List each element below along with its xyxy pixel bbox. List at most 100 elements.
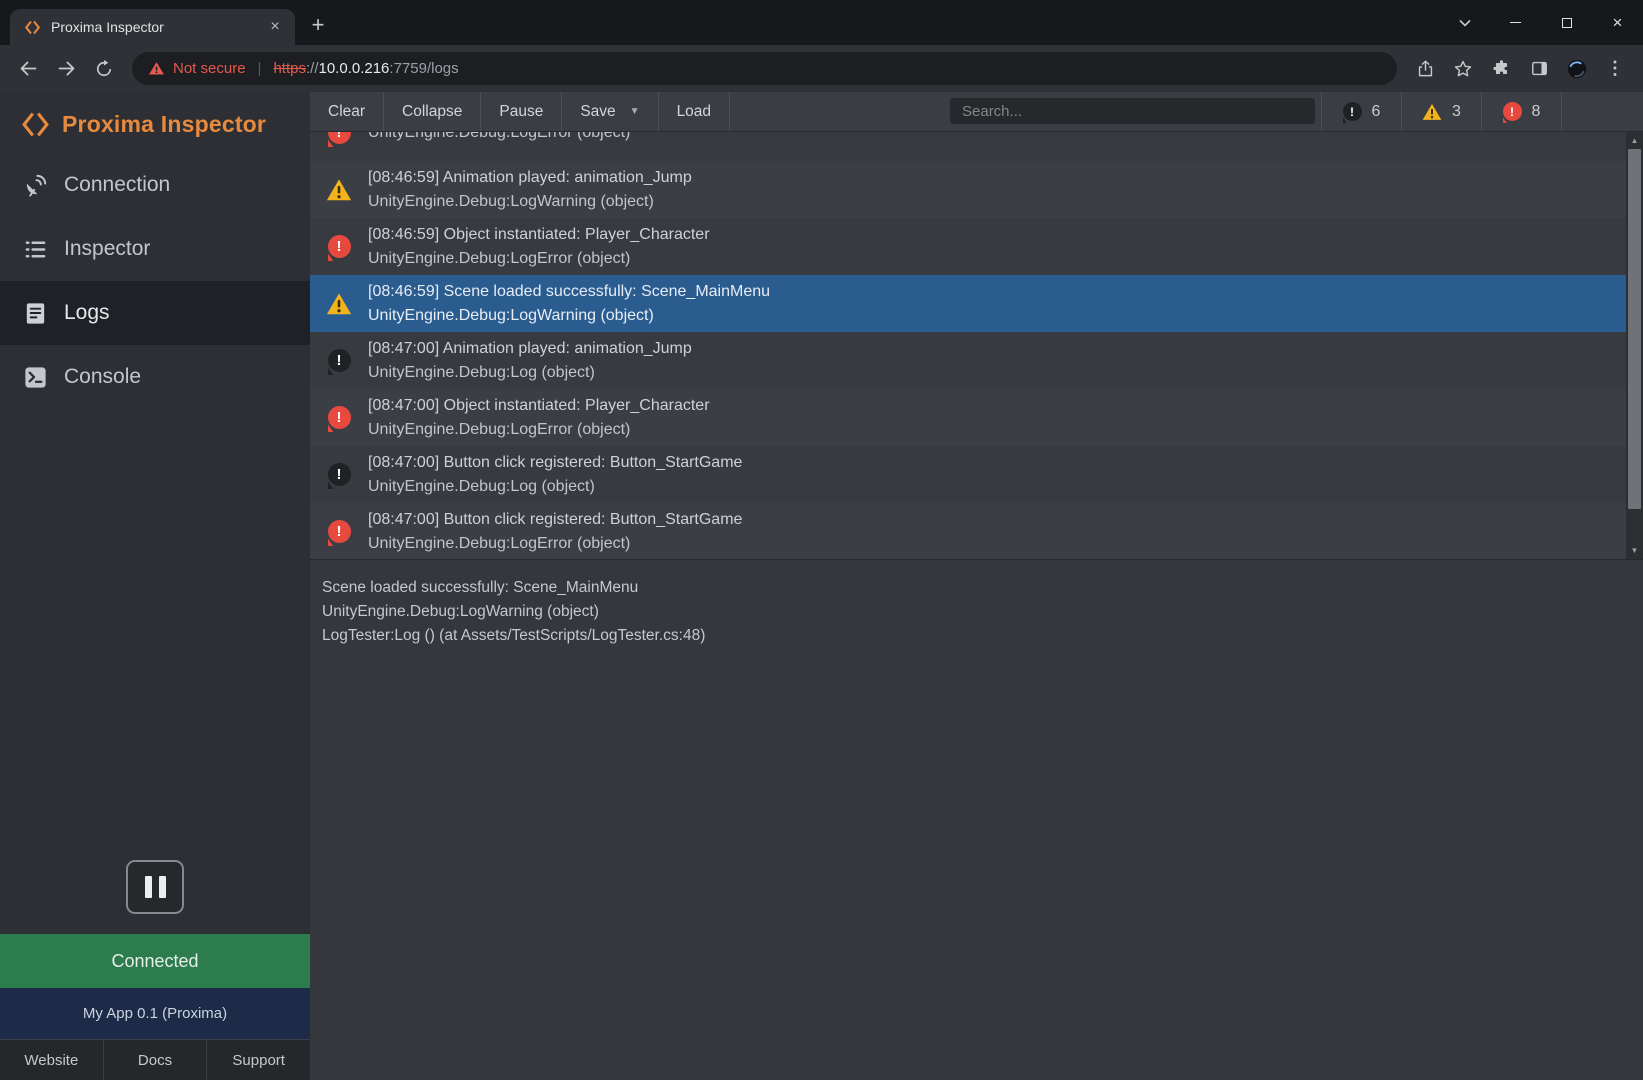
- sidebar-item-connection[interactable]: Connection: [0, 153, 310, 217]
- log-source: UnityEngine.Debug:LogError (object): [368, 532, 1626, 556]
- clear-button[interactable]: Clear: [310, 92, 384, 131]
- sidebar-item-inspector[interactable]: Inspector: [0, 217, 310, 281]
- share-icon[interactable]: [1407, 51, 1443, 87]
- toolbar-buttons: ClearCollapsePauseSave▼Load: [310, 92, 730, 131]
- log-scrollbar[interactable]: ▲ ▼: [1626, 132, 1643, 559]
- scrollbar-thumb[interactable]: [1628, 149, 1641, 509]
- back-button[interactable]: [10, 51, 46, 87]
- footer-link-website[interactable]: Website: [0, 1040, 104, 1080]
- tab-title: Proxima Inspector: [51, 19, 255, 35]
- log-entry[interactable]: ! [08:47:00] Button click registered: Bu…: [310, 446, 1626, 503]
- pause-stream-button[interactable]: [126, 860, 184, 914]
- load-button[interactable]: Load: [659, 92, 730, 131]
- address-bar[interactable]: Not secure | https://10.0.0.216:7759/log…: [132, 52, 1397, 85]
- app-logo: Proxima Inspector: [0, 92, 310, 153]
- info-count[interactable]: !6: [1321, 92, 1401, 131]
- log-message: [08:47:00] Object instantiated: Player_C…: [368, 394, 1626, 418]
- log-entry[interactable]: ! [08:47:00] Object instantiated: Player…: [310, 389, 1626, 446]
- pause-icon: [145, 876, 152, 898]
- info-icon: !: [328, 349, 351, 372]
- close-button[interactable]: ×: [1592, 0, 1643, 45]
- warning-icon: [326, 291, 352, 317]
- stack-trace-line: UnityEngine.Debug:LogWarning (object): [322, 600, 1631, 624]
- log-document-icon: [22, 300, 49, 327]
- maximize-button[interactable]: [1541, 0, 1592, 45]
- log-message: [08:46:59] Animation played: animation_J…: [368, 166, 1626, 190]
- sidebar-nav: Connection Inspector Logs Console: [0, 153, 310, 409]
- log-source: UnityEngine.Debug:LogWarning (object): [368, 190, 1626, 214]
- satellite-icon: [22, 172, 49, 199]
- log-entries: ! UnityEngine.Debug:LogError (object) [0…: [310, 132, 1626, 560]
- sidebar-item-logs[interactable]: Logs: [0, 281, 310, 345]
- log-entry[interactable]: [08:46:59] Animation played: animation_J…: [310, 161, 1626, 218]
- scroll-up-icon[interactable]: ▲: [1626, 134, 1643, 147]
- new-tab-button[interactable]: +: [303, 10, 333, 40]
- log-message: [08:46:59] Object instantiated: Player_C…: [368, 223, 1626, 247]
- tab-close-icon[interactable]: ×: [265, 17, 285, 37]
- sidebar: Proxima Inspector Connection Inspector L…: [0, 92, 310, 1080]
- error-count-value: 8: [1532, 103, 1541, 121]
- log-message: [08:47:00] Button click registered: Butt…: [368, 451, 1626, 475]
- scroll-down-icon[interactable]: ▼: [1626, 544, 1643, 557]
- bookmark-star-icon[interactable]: [1445, 51, 1481, 87]
- log-entry[interactable]: ! [08:47:00] Button click registered: Bu…: [310, 503, 1626, 560]
- error-icon: !: [328, 520, 351, 543]
- log-message: [08:47:00] Button click registered: Butt…: [368, 508, 1626, 532]
- sidebar-footer: WebsiteDocsSupport: [0, 1039, 310, 1080]
- reload-button[interactable]: [86, 51, 122, 87]
- log-entry[interactable]: ! [08:47:00] Animation played: animation…: [310, 332, 1626, 389]
- side-panel-icon[interactable]: [1521, 51, 1557, 87]
- chevron-down-icon[interactable]: [1439, 0, 1490, 45]
- log-source: UnityEngine.Debug:LogWarning (object): [368, 304, 1626, 328]
- profile-avatar-icon[interactable]: [1559, 51, 1595, 87]
- sidebar-item-label: Logs: [64, 301, 110, 325]
- warning-count[interactable]: 3: [1401, 92, 1481, 131]
- error-icon: !: [1503, 102, 1522, 121]
- list-tree-icon: [22, 236, 49, 263]
- logs-toolbar: ClearCollapsePauseSave▼Load !63!8: [310, 92, 1643, 132]
- log-source: UnityEngine.Debug:Log (object): [368, 475, 1626, 499]
- log-entry[interactable]: ! [08:46:59] Object instantiated: Player…: [310, 218, 1626, 275]
- not-secure-label: Not secure: [173, 60, 246, 77]
- sidebar-item-label: Inspector: [64, 237, 150, 261]
- minimize-button[interactable]: [1490, 0, 1541, 45]
- browser-window: Proxima Inspector × + × Not secure: [0, 0, 1643, 1080]
- log-source: UnityEngine.Debug:Log (object): [368, 361, 1626, 385]
- log-source: UnityEngine.Debug:LogError (object): [368, 418, 1626, 442]
- app-title: Proxima Inspector: [62, 111, 266, 138]
- url-host: 10.0.0.216: [319, 60, 390, 77]
- sidebar-item-label: Connection: [64, 173, 170, 197]
- warning-icon: [1422, 102, 1442, 122]
- sidebar-item-console[interactable]: Console: [0, 345, 310, 409]
- error-icon: !: [328, 132, 351, 144]
- stack-trace-line: Scene loaded successfully: Scene_MainMen…: [322, 576, 1631, 600]
- pause-button[interactable]: Pause: [481, 92, 562, 131]
- page-url: https://10.0.0.216:7759/logs: [273, 60, 458, 77]
- error-icon: !: [328, 235, 351, 258]
- footer-link-support[interactable]: Support: [207, 1040, 310, 1080]
- browser-toolbar: Not secure | https://10.0.0.216:7759/log…: [0, 45, 1643, 92]
- browser-tab[interactable]: Proxima Inspector ×: [10, 9, 295, 45]
- forward-button[interactable]: [48, 51, 84, 87]
- url-path: :7759/logs: [389, 60, 458, 77]
- log-message: [08:47:00] Animation played: animation_J…: [368, 337, 1626, 361]
- browser-menu-kebab-icon[interactable]: ⋮: [1597, 51, 1633, 87]
- log-entry[interactable]: ! UnityEngine.Debug:LogError (object): [310, 132, 1626, 161]
- browser-tab-strip: Proxima Inspector × + ×: [0, 0, 1643, 45]
- window-controls: ×: [1439, 0, 1643, 45]
- footer-link-docs[interactable]: Docs: [104, 1040, 208, 1080]
- log-message: [08:46:59] Scene loaded successfully: Sc…: [368, 280, 1626, 304]
- error-count[interactable]: !8: [1481, 92, 1561, 131]
- proxima-favicon-icon: [24, 19, 41, 36]
- log-entry[interactable]: [08:46:59] Scene loaded successfully: Sc…: [310, 275, 1626, 332]
- save-button[interactable]: Save▼: [562, 92, 658, 131]
- app-info-bar: My App 0.1 (Proxima): [0, 988, 310, 1039]
- collapse-button[interactable]: Collapse: [384, 92, 481, 131]
- save-dropdown-caret-icon[interactable]: ▼: [630, 106, 640, 117]
- not-secure-warning-icon[interactable]: [148, 60, 165, 77]
- search-input[interactable]: [950, 98, 1315, 124]
- terminal-icon: [22, 364, 49, 391]
- warning-count-value: 3: [1452, 103, 1461, 121]
- url-separator: ://: [306, 60, 319, 77]
- extensions-puzzle-icon[interactable]: [1483, 51, 1519, 87]
